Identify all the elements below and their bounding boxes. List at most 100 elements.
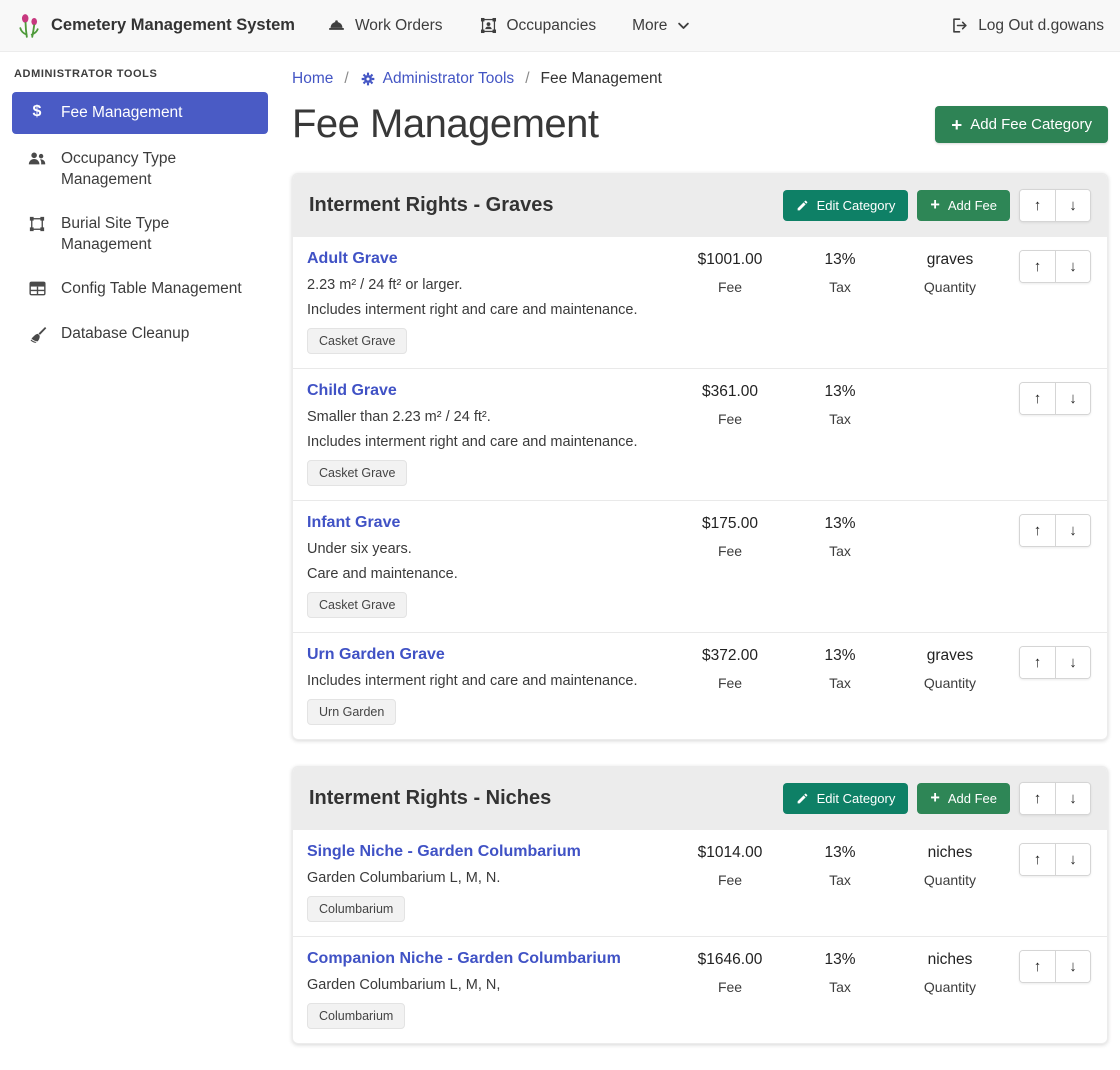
quantity-column: niches Quantity bbox=[891, 843, 1009, 888]
brand-link[interactable]: Cemetery Management System bbox=[16, 13, 295, 39]
sidebar-item-burial-site-type-management[interactable]: Burial Site Type Management bbox=[12, 205, 268, 264]
fee-reorder-controls: ↑ ↓ bbox=[1019, 514, 1091, 547]
nav-work-orders[interactable]: Work Orders bbox=[327, 16, 443, 35]
tax-value: 13% bbox=[789, 251, 891, 269]
fee-name-link[interactable]: Child Grave bbox=[307, 382, 397, 400]
move-down-button[interactable]: ↓ bbox=[1055, 383, 1090, 414]
quantity-column: graves Quantity bbox=[891, 250, 1009, 295]
nav-more[interactable]: More bbox=[632, 17, 691, 35]
sidebar-item-occupancy-type-management[interactable]: Occupancy Type Management bbox=[12, 140, 268, 199]
tax-label: Tax bbox=[789, 411, 891, 427]
quantity-value: graves bbox=[891, 647, 1009, 665]
sidebar-item-label: Occupancy Type Management bbox=[61, 149, 254, 190]
fee-category-card: Interment Rights - Niches Edit Category … bbox=[292, 766, 1108, 1044]
move-down-button[interactable]: ↓ bbox=[1055, 190, 1090, 221]
move-up-button[interactable]: ↑ bbox=[1020, 844, 1055, 875]
crop-frame-icon bbox=[26, 215, 48, 233]
move-up-button[interactable]: ↑ bbox=[1020, 190, 1055, 221]
fee-description: Under six years. bbox=[307, 541, 671, 557]
fee-tag: Urn Garden bbox=[307, 699, 396, 725]
fee-name-link[interactable]: Companion Niche - Garden Columbarium bbox=[307, 950, 621, 968]
category-actions: Edit Category + Add Fee ↑ ↓ bbox=[783, 189, 1091, 222]
add-fee-button[interactable]: + Add Fee bbox=[917, 190, 1010, 221]
fee-description: Care and maintenance. bbox=[307, 566, 671, 582]
quantity-label: Quantity bbox=[891, 872, 1009, 888]
fee-reorder-controls: ↑ ↓ bbox=[1019, 950, 1091, 983]
fee-description: Includes interment right and care and ma… bbox=[307, 434, 671, 450]
move-up-button[interactable]: ↑ bbox=[1020, 647, 1055, 678]
pencil-icon bbox=[796, 792, 809, 805]
move-down-button[interactable]: ↓ bbox=[1055, 515, 1090, 546]
nav-occupancies[interactable]: Occupancies bbox=[479, 16, 597, 35]
tax-label: Tax bbox=[789, 872, 891, 888]
fee-name-link[interactable]: Infant Grave bbox=[307, 514, 400, 532]
users-icon bbox=[26, 150, 48, 168]
move-up-button[interactable]: ↑ bbox=[1020, 951, 1055, 982]
sidebar-item-fee-management[interactable]: $ Fee Management bbox=[12, 92, 268, 134]
fee-amount: $1646.00 bbox=[671, 951, 789, 969]
tax-column: 13% Tax bbox=[789, 514, 891, 559]
add-fee-category-button[interactable]: + Add Fee Category bbox=[935, 106, 1108, 143]
fee-amount-column: $175.00 Fee bbox=[671, 514, 789, 559]
move-down-button[interactable]: ↓ bbox=[1055, 783, 1090, 814]
fee-description: Garden Columbarium L, M, N, bbox=[307, 977, 671, 993]
quantity-column: niches Quantity bbox=[891, 950, 1009, 995]
fee-tag: Casket Grave bbox=[307, 328, 407, 354]
fee-amount-column: $361.00 Fee bbox=[671, 382, 789, 427]
fee-main: Adult Grave 2.23 m² / 24 ft² or larger. … bbox=[307, 250, 671, 354]
nav-logout-label: Log Out d.gowans bbox=[978, 17, 1104, 35]
nav-logout[interactable]: Log Out d.gowans bbox=[950, 16, 1104, 35]
fee-row: Child Grave Smaller than 2.23 m² / 24 ft… bbox=[293, 368, 1107, 500]
quantity-column bbox=[891, 382, 1009, 393]
breadcrumb-admin-tools-label: Administrator Tools bbox=[383, 70, 515, 88]
tax-value: 13% bbox=[789, 515, 891, 533]
title-row: Fee Management + Add Fee Category bbox=[292, 102, 1108, 147]
breadcrumb-current: Fee Management bbox=[541, 70, 663, 88]
pencil-icon bbox=[796, 199, 809, 212]
fee-amount-label: Fee bbox=[671, 543, 789, 559]
fee-amount: $361.00 bbox=[671, 383, 789, 401]
top-navbar: Cemetery Management System Work Orders bbox=[0, 0, 1120, 52]
sidebar-item-database-cleanup[interactable]: Database Cleanup bbox=[12, 315, 268, 353]
fee-name-link[interactable]: Adult Grave bbox=[307, 250, 398, 268]
sidebar-item-config-table-management[interactable]: Config Table Management bbox=[12, 270, 268, 308]
category-header: Interment Rights - Niches Edit Category … bbox=[293, 767, 1107, 830]
move-up-button[interactable]: ↑ bbox=[1020, 383, 1055, 414]
fee-name-link[interactable]: Single Niche - Garden Columbarium bbox=[307, 843, 581, 861]
move-up-button[interactable]: ↑ bbox=[1020, 251, 1055, 282]
edit-category-button[interactable]: Edit Category bbox=[783, 783, 909, 814]
add-fee-label: Add Fee bbox=[948, 791, 997, 806]
nav-work-orders-label: Work Orders bbox=[355, 17, 443, 35]
move-down-button[interactable]: ↓ bbox=[1055, 951, 1090, 982]
sidebar-item-label: Config Table Management bbox=[61, 279, 242, 299]
page-layout: ADMINISTRATOR TOOLS $ Fee Management Occ… bbox=[0, 52, 1120, 1070]
move-down-button[interactable]: ↓ bbox=[1055, 647, 1090, 678]
move-up-button[interactable]: ↑ bbox=[1020, 515, 1055, 546]
move-down-button[interactable]: ↓ bbox=[1055, 251, 1090, 282]
fee-category-card: Interment Rights - Graves Edit Category … bbox=[292, 173, 1108, 740]
fee-amount-column: $1014.00 Fee bbox=[671, 843, 789, 888]
fee-main: Companion Niche - Garden Columbarium Gar… bbox=[307, 950, 671, 1029]
quantity-value: niches bbox=[891, 844, 1009, 862]
add-fee-button[interactable]: + Add Fee bbox=[917, 783, 1010, 814]
tax-column: 13% Tax bbox=[789, 646, 891, 691]
fee-row: Companion Niche - Garden Columbarium Gar… bbox=[293, 936, 1107, 1043]
fee-description: Includes interment right and care and ma… bbox=[307, 302, 671, 318]
edit-category-button[interactable]: Edit Category bbox=[783, 190, 909, 221]
page-title: Fee Management bbox=[292, 102, 599, 147]
gear-icon bbox=[360, 71, 376, 87]
sidebar-item-label: Fee Management bbox=[61, 103, 183, 123]
add-fee-category-label: Add Fee Category bbox=[970, 116, 1092, 133]
fee-name-link[interactable]: Urn Garden Grave bbox=[307, 646, 445, 664]
category-header: Interment Rights - Graves Edit Category … bbox=[293, 174, 1107, 237]
breadcrumb-admin-tools-link[interactable]: Administrator Tools bbox=[360, 70, 515, 88]
breadcrumb-home-link[interactable]: Home bbox=[292, 70, 333, 88]
fee-reorder-controls: ↑ ↓ bbox=[1019, 646, 1091, 679]
fee-description: Smaller than 2.23 m² / 24 ft². bbox=[307, 409, 671, 425]
fee-amount-label: Fee bbox=[671, 675, 789, 691]
fee-amount-column: $372.00 Fee bbox=[671, 646, 789, 691]
move-down-button[interactable]: ↓ bbox=[1055, 844, 1090, 875]
main-content: Home / Administrator Tools / Fee Manag bbox=[280, 52, 1120, 1070]
brand-title: Cemetery Management System bbox=[51, 16, 295, 35]
move-up-button[interactable]: ↑ bbox=[1020, 783, 1055, 814]
